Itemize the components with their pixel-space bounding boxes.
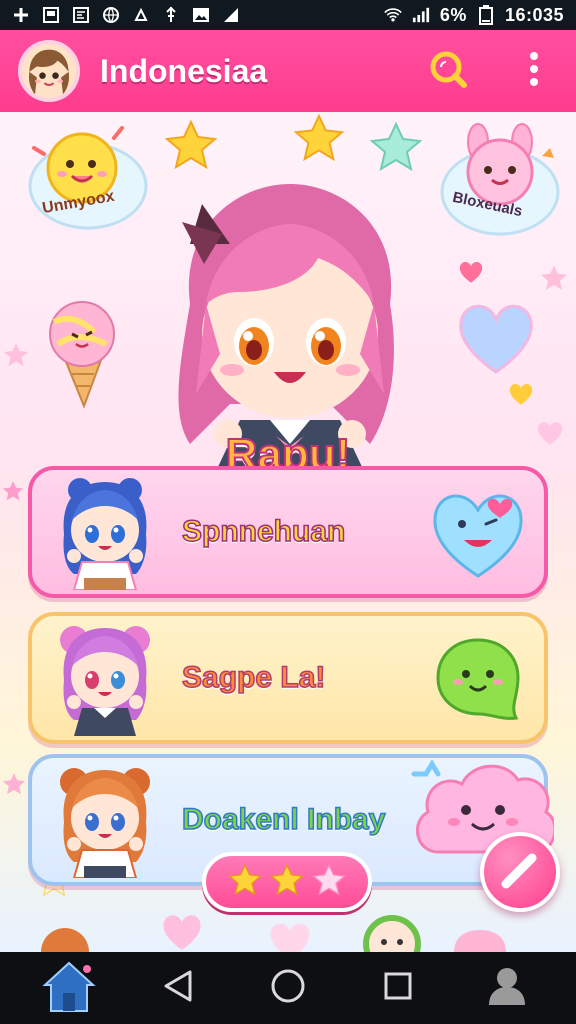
heart-icon — [456, 300, 536, 380]
character-avatar — [50, 474, 160, 591]
star-icon — [3, 342, 29, 372]
recycle-icon — [132, 6, 150, 24]
clock: 16:035 — [504, 4, 564, 25]
star-icon — [270, 863, 304, 900]
battery-icon — [477, 5, 495, 25]
chart-icon — [222, 6, 240, 24]
image-icon — [192, 6, 210, 24]
back-button[interactable] — [148, 958, 208, 1018]
recents-icon — [382, 970, 414, 1006]
battery-percent: 6% — [439, 4, 467, 25]
star-icon — [164, 119, 218, 174]
right-badge: Bloxeuals — [438, 120, 562, 238]
wifi-icon — [384, 6, 402, 24]
globe-icon — [102, 6, 120, 24]
search-icon — [426, 47, 470, 95]
more-options-button[interactable] — [510, 47, 558, 95]
profile-button[interactable] — [477, 958, 537, 1018]
app-bar-actions — [424, 47, 558, 95]
signal-icon — [412, 6, 430, 24]
star-icon — [2, 772, 26, 800]
peeking-character — [450, 924, 510, 952]
edit-icon — [498, 848, 542, 896]
recents-button[interactable] — [368, 958, 428, 1018]
heart-icon — [160, 912, 204, 952]
app-bar: Indonesiaa — [0, 30, 576, 112]
system-nav-bar — [0, 952, 576, 1024]
home-icon — [41, 959, 97, 1017]
card-label: Spnnehuan — [181, 514, 346, 549]
heart-icon — [458, 260, 484, 288]
star-icon — [540, 264, 568, 296]
star-icon — [312, 863, 346, 900]
heart-icon — [266, 920, 314, 952]
map-icon — [72, 6, 90, 24]
back-icon — [162, 969, 194, 1007]
square-icon — [42, 6, 60, 24]
character-avatar — [50, 762, 160, 879]
search-button[interactable] — [424, 47, 472, 95]
star-icon — [369, 121, 423, 176]
menu-card-1[interactable]: Spnnehuan — [28, 466, 548, 598]
heart-icon — [508, 382, 534, 410]
star-icon — [228, 863, 262, 900]
card-label: Doakenl Inbay — [181, 802, 386, 837]
status-bar: 6% 16:035 — [0, 0, 576, 30]
more-vert-icon — [528, 51, 540, 91]
status-left — [12, 6, 240, 24]
profile-icon — [487, 965, 527, 1011]
menu-card-2[interactable]: Sagpe La! — [28, 612, 548, 744]
home-button[interactable] — [258, 958, 318, 1018]
avatar[interactable] — [18, 40, 80, 102]
edit-fab-button[interactable] — [480, 832, 560, 912]
green-blob-icon — [430, 630, 526, 726]
star-icon — [293, 113, 345, 166]
usb-icon — [162, 6, 180, 24]
home-tab-button[interactable] — [39, 958, 99, 1018]
card-label: Sagpe La! — [181, 660, 326, 695]
main-content: Unmyoox Bloxeuals Rapu! Spnnehuan Sagpe … — [0, 112, 576, 952]
status-right: 6% 16:035 — [384, 5, 564, 26]
star-icon — [2, 480, 24, 506]
home-circle-icon — [270, 968, 306, 1008]
plus-icon — [12, 6, 30, 24]
rating-button[interactable] — [202, 852, 372, 912]
character-avatar — [50, 620, 160, 736]
peeking-character — [362, 912, 422, 952]
ice-cream-icon — [42, 298, 122, 414]
wink-heart-icon — [430, 484, 526, 580]
left-badge: Unmyoox — [24, 126, 150, 238]
page-title: Indonesiaa — [100, 52, 268, 89]
peeking-character — [40, 924, 90, 952]
